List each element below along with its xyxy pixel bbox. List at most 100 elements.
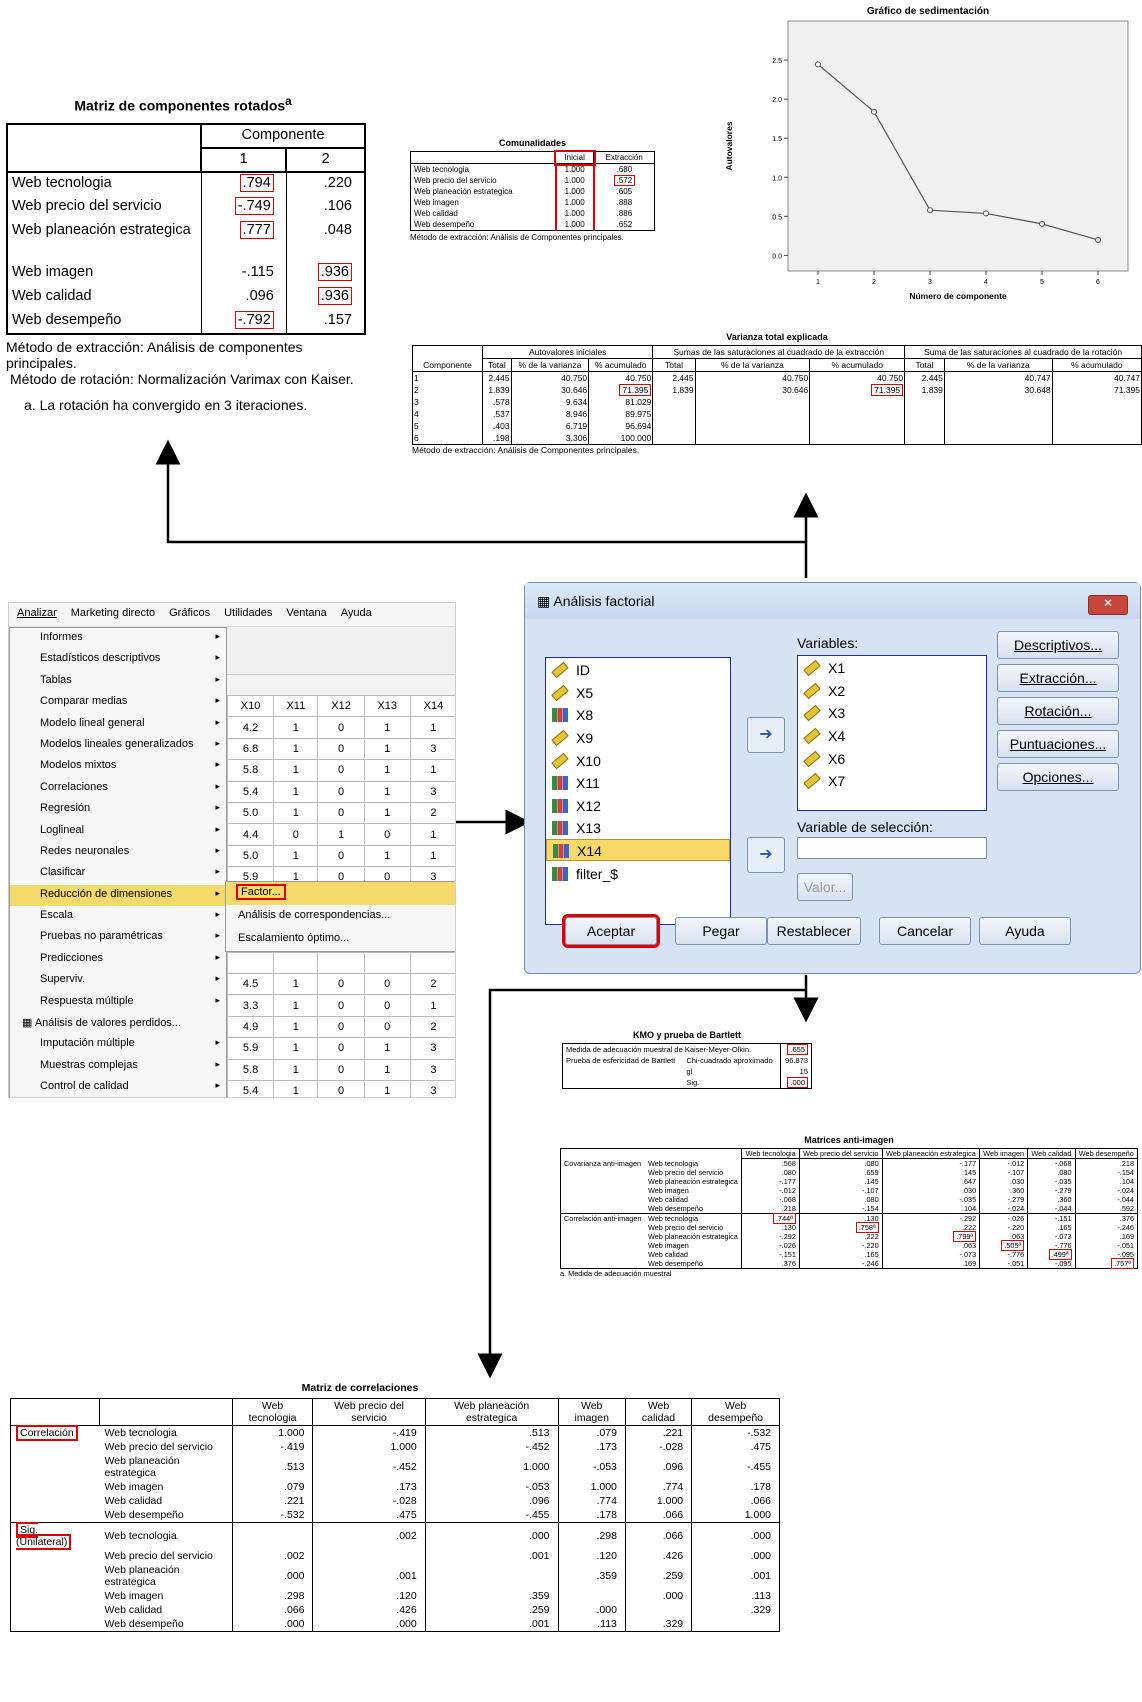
variable-name[interactable]: X4 [828, 728, 845, 744]
grid-cell[interactable] [273, 951, 319, 975]
grid-cell[interactable]: 2 [409, 801, 455, 825]
variable-name[interactable]: X9 [576, 730, 593, 746]
variable-name[interactable]: X7 [828, 773, 845, 789]
variable-name[interactable]: X1 [828, 660, 845, 676]
grid-cell[interactable]: 1 [409, 823, 455, 846]
move-to-selection-button[interactable]: ➔ [747, 837, 785, 873]
dialog-cancelar-button[interactable]: Cancelar [879, 917, 971, 945]
grid-cell[interactable]: 1 [363, 716, 411, 739]
column-header[interactable]: X12 [317, 694, 365, 718]
grid-cell[interactable]: 2 [409, 1015, 455, 1039]
source-variable[interactable]: X12 [546, 794, 730, 817]
variable-name[interactable]: X3 [828, 705, 845, 721]
submenu-label[interactable]: Factor... [236, 884, 286, 900]
grid-cell[interactable]: 1 [363, 801, 411, 825]
variable-name[interactable]: X12 [576, 798, 601, 814]
grid-cell[interactable]: 0 [317, 1037, 365, 1060]
grid-cell[interactable] [317, 951, 365, 975]
grid-cell[interactable] [226, 951, 275, 975]
grid-cell[interactable]: 1 [273, 1037, 319, 1060]
grid-cell[interactable]: 0 [317, 1058, 365, 1082]
menu-item[interactable]: Respuesta múltiple [10, 992, 226, 1013]
source-variable[interactable]: X14 [546, 838, 730, 862]
menu-item[interactable]: Correlaciones [10, 778, 226, 799]
variable-name[interactable]: X6 [828, 751, 845, 767]
grid-cell[interactable]: 1 [273, 737, 319, 761]
grid-cell[interactable]: 3 [409, 737, 455, 761]
grid-cell[interactable]: 3.3 [226, 994, 275, 1017]
grid-cell[interactable]: 0 [317, 759, 365, 782]
source-variable[interactable]: X11 [546, 771, 730, 794]
grid-cell[interactable]: 3 [409, 780, 455, 803]
menu-item[interactable]: Redes neuronales [10, 842, 226, 863]
menubar-item[interactable]: Ayuda [341, 607, 372, 622]
menu-item[interactable]: ▦ Análisis de valores perdidos... [10, 1013, 226, 1034]
grid-cell[interactable]: 1 [409, 844, 455, 868]
menu-item[interactable]: Informes [10, 628, 226, 649]
grid-cell[interactable]: 1 [273, 780, 319, 803]
side-button[interactable]: Puntuaciones... [997, 730, 1119, 758]
dialog-ayuda-button[interactable]: Ayuda [979, 917, 1071, 945]
grid-cell[interactable]: 0 [363, 973, 411, 996]
grid-cell[interactable]: 0 [317, 1080, 365, 1097]
column-header[interactable]: X13 [363, 694, 411, 718]
grid-cell[interactable]: 4.9 [226, 1015, 275, 1039]
variables-list[interactable]: X1 X2 X3 X4 X6 X7 [797, 655, 987, 811]
source-variable[interactable]: ID [546, 658, 730, 681]
grid-cell[interactable]: 0 [317, 1015, 365, 1039]
variable-name[interactable]: X11 [576, 775, 600, 791]
side-button[interactable]: Descriptivos... [997, 631, 1119, 659]
grid-cell[interactable]: 5.4 [226, 780, 275, 803]
menu-item[interactable]: Predicciones [10, 949, 226, 970]
variable-name[interactable]: X5 [576, 685, 593, 701]
grid-cell[interactable]: 1 [363, 759, 411, 782]
source-variable[interactable]: X10 [546, 748, 730, 771]
variable-name[interactable]: X13 [576, 820, 601, 836]
grid-cell[interactable]: 0 [317, 801, 365, 825]
source-variable[interactable]: X8 [546, 703, 730, 726]
column-header[interactable]: X14 [409, 694, 455, 718]
grid-cell[interactable]: 0 [317, 973, 365, 996]
side-button[interactable]: Rotación... [997, 697, 1119, 725]
menu-item[interactable]: Estadísticos descriptivos [10, 649, 226, 670]
grid-cell[interactable]: 0 [317, 994, 365, 1017]
menu-item[interactable]: Modelos lineales generalizados [10, 735, 226, 756]
grid-cell[interactable]: 1 [363, 780, 411, 803]
column-header[interactable]: X10 [226, 694, 275, 718]
grid-cell[interactable]: 0 [363, 994, 411, 1017]
grid-cell[interactable]: 0 [317, 716, 365, 739]
menubar-item[interactable]: Marketing directo [71, 607, 155, 622]
menubar-item[interactable]: Ventana [286, 607, 326, 622]
source-variable[interactable]: filter_$ [546, 861, 730, 884]
grid-cell[interactable]: 6.8 [226, 737, 275, 761]
selected-variable[interactable]: X6 [798, 746, 986, 769]
submenu-item[interactable]: Escalamiento óptimo... [226, 928, 455, 951]
grid-cell[interactable]: 2 [409, 973, 455, 996]
menu-item[interactable]: Tablas [10, 671, 226, 692]
grid-cell[interactable]: 5.9 [226, 1037, 275, 1060]
grid-cell[interactable]: 1 [409, 994, 455, 1017]
grid-cell[interactable] [409, 951, 455, 975]
source-variable[interactable]: X5 [546, 681, 730, 704]
grid-cell[interactable]: 5.8 [226, 1058, 275, 1082]
grid-cell[interactable]: 1 [273, 1080, 319, 1097]
grid-cell[interactable]: 1 [317, 823, 365, 846]
dialog-pegar-button[interactable]: Pegar [675, 917, 767, 945]
grid-cell[interactable]: 1 [273, 844, 319, 868]
move-to-variables-button[interactable]: ➔ [747, 717, 785, 753]
submenu-label[interactable]: Escalamiento óptimo... [238, 932, 349, 944]
menu-item[interactable]: Imputación múltiple [10, 1034, 226, 1055]
grid-cell[interactable]: 1 [273, 1015, 319, 1039]
selected-variable[interactable]: X4 [798, 724, 986, 747]
grid-cell[interactable]: 3 [409, 1058, 455, 1082]
menubar-item[interactable]: Analizar [17, 607, 57, 622]
source-variable-list[interactable]: ID X5 X8 X9 X10 X11 X12 X13 X14 filter_$ [545, 657, 731, 925]
grid-cell[interactable]: 1 [273, 973, 319, 996]
close-button[interactable]: ✕ [1088, 595, 1128, 615]
selected-variable[interactable]: X2 [798, 679, 986, 702]
grid-cell[interactable]: 1 [273, 759, 319, 782]
menu-item[interactable]: Modelo lineal general [10, 714, 226, 735]
grid-cell[interactable]: 0 [273, 823, 319, 846]
grid-cell[interactable]: 1 [273, 1058, 319, 1082]
grid-cell[interactable]: 0 [317, 737, 365, 761]
